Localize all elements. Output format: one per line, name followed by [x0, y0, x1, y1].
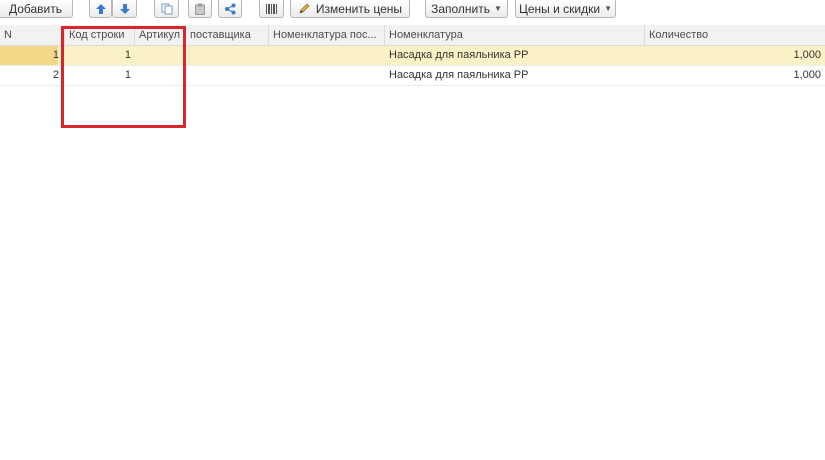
add-button[interactable]: Добавить [0, 0, 73, 18]
paste-button[interactable] [188, 0, 212, 18]
move-up-button[interactable] [89, 0, 112, 18]
copy-icon [161, 3, 172, 14]
column-header-n[interactable]: N [0, 25, 65, 45]
cell-n: 1 [52, 49, 59, 61]
change-prices-button[interactable]: Изменить цены [290, 0, 410, 18]
column-header-nomenclature[interactable]: Номенклатура [385, 25, 645, 45]
column-header-supplier-nomenclature[interactable]: Номенклатура пос... [269, 25, 385, 45]
highlight-box [61, 26, 186, 128]
chevron-down-icon: ▼ [494, 4, 502, 13]
column-header-quantity[interactable]: Количество [645, 25, 825, 45]
share-button[interactable] [218, 0, 242, 18]
cell-quantity[interactable]: 1,000 [645, 66, 825, 85]
fill-dropdown[interactable]: Заполнить ▼ [425, 0, 508, 18]
cell-nomenclature[interactable]: Насадка для паяльника PP [385, 66, 645, 85]
pencil-icon [299, 3, 310, 13]
cell-supplier-nomenclature[interactable] [269, 46, 385, 65]
arrow-up-icon [95, 3, 106, 14]
cell-nomenclature[interactable]: Насадка для паяльника PP [385, 46, 645, 65]
arrow-down-icon [119, 3, 130, 14]
copy-button[interactable] [154, 0, 179, 18]
toolbar: Добавить Изменить цены Заполнить ▼ Цены … [0, 0, 825, 22]
chevron-down-icon: ▼ [604, 4, 612, 13]
barcode-icon [266, 3, 277, 14]
cell-supplier-nomenclature[interactable] [269, 66, 385, 85]
column-header-supplier[interactable]: поставщика [184, 25, 269, 45]
change-prices-label: Изменить цены [315, 1, 403, 16]
move-down-button[interactable] [112, 0, 137, 18]
cell-n: 2 [52, 69, 59, 81]
paste-icon [195, 3, 205, 15]
barcode-button[interactable] [259, 0, 284, 18]
cell-quantity[interactable]: 1,000 [645, 46, 825, 65]
prices-discounts-label: Цены и скидки [518, 1, 601, 16]
share-icon [225, 3, 236, 14]
prices-discounts-dropdown[interactable]: Цены и скидки ▼ [515, 0, 616, 18]
fill-label: Заполнить [431, 1, 490, 16]
